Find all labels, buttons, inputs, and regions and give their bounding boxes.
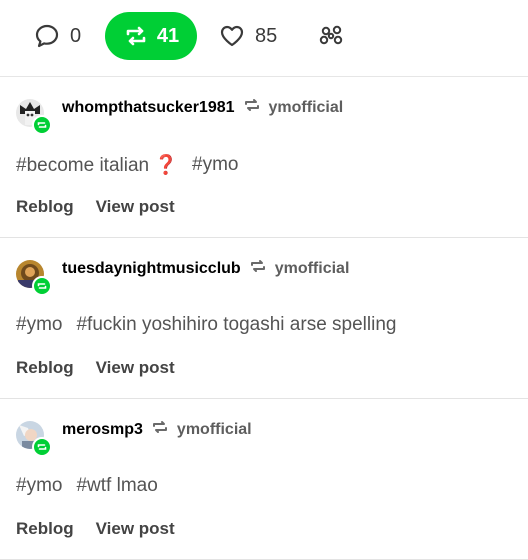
reblog-small-icon [243, 97, 261, 119]
tag-list: #become italian ❓ #ymo [16, 153, 239, 177]
source-blog-link[interactable]: ymofficial [269, 98, 344, 118]
tab-reblogs[interactable]: 41 [105, 12, 197, 60]
tab-likes[interactable]: 85 [219, 12, 277, 60]
speech-bubble-icon [34, 23, 60, 49]
note-header: merosmp3 ymofficial [62, 419, 252, 441]
tab-community[interactable] [318, 12, 346, 60]
avatar[interactable] [16, 260, 52, 296]
likes-count: 85 [255, 24, 278, 47]
reblog-button[interactable]: Reblog [16, 519, 74, 539]
avatar[interactable] [16, 421, 52, 457]
reblog-button[interactable]: Reblog [16, 358, 74, 378]
reblog-small-icon [151, 419, 169, 441]
note-header: tuesdaynightmusicclub ymofficial [62, 258, 349, 280]
username-link[interactable]: whompthatsucker1981 [62, 98, 235, 118]
view-post-button[interactable]: View post [96, 197, 175, 217]
reblog-badge-icon [32, 115, 52, 135]
username-link[interactable]: tuesdaynightmusicclub [62, 259, 241, 279]
view-post-button[interactable]: View post [96, 358, 175, 378]
reblog-small-icon [249, 258, 267, 280]
view-post-button[interactable]: View post [96, 519, 175, 539]
note-actions: Reblog View post [16, 197, 175, 217]
notes-tab-bar: 0 41 85 [0, 0, 528, 77]
note-actions: Reblog View post [16, 519, 175, 539]
heart-icon [219, 24, 245, 48]
tag-list: #ymo #fuckin yoshihiro togashi arse spel… [16, 314, 396, 336]
tag-link[interactable]: #become italian ❓ [16, 153, 178, 177]
tag-link[interactable]: #ymo [192, 154, 238, 176]
reblogs-count: 41 [156, 24, 180, 47]
reblog-button[interactable]: Reblog [16, 197, 74, 217]
tag-link[interactable]: #ymo [16, 475, 62, 497]
tag-list: #ymo #wtf lmao [16, 475, 158, 497]
note-header: whompthatsucker1981 ymofficial [62, 97, 343, 119]
list-item: merosmp3 ymofficial #ymo #wtf lmao Reblo… [0, 399, 528, 560]
tab-replies[interactable]: 0 [34, 12, 81, 60]
list-item: tuesdaynightmusicclub ymofficial #ymo #f… [0, 238, 528, 399]
replies-count: 0 [70, 24, 82, 47]
tag-link[interactable]: #ymo [16, 314, 62, 336]
source-blog-link[interactable]: ymofficial [275, 259, 350, 279]
username-link[interactable]: merosmp3 [62, 420, 143, 440]
tag-link[interactable]: #wtf lmao [76, 475, 157, 497]
list-item: whompthatsucker1981 ymofficial #become i… [0, 77, 528, 238]
source-blog-link[interactable]: ymofficial [177, 420, 252, 440]
reblog-badge-icon [32, 437, 52, 457]
avatar[interactable] [16, 99, 52, 135]
tag-link[interactable]: #fuckin yoshihiro togashi arse spelling [76, 314, 396, 336]
reblog-badge-icon [32, 276, 52, 296]
note-actions: Reblog View post [16, 358, 175, 378]
reblog-icon [123, 24, 149, 48]
community-dots-icon [318, 23, 346, 49]
